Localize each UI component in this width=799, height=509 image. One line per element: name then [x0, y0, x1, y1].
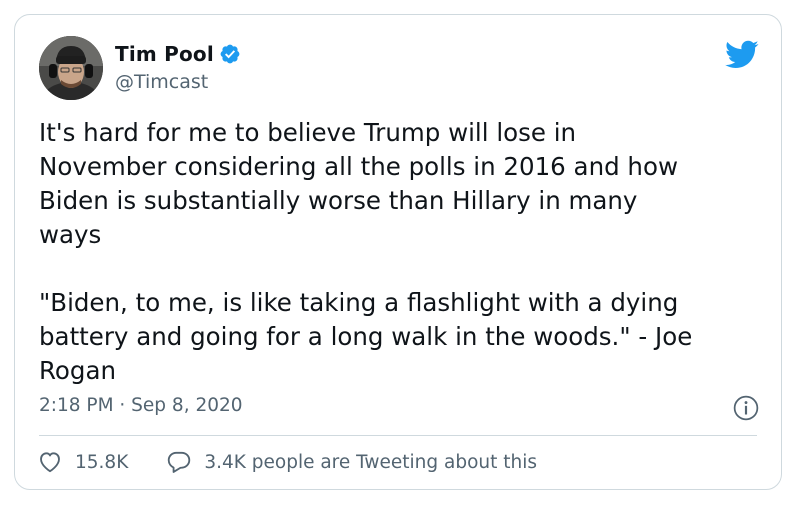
- like-button[interactable]: 15.8K: [37, 449, 128, 475]
- heart-icon: [40, 452, 60, 473]
- tweet-card[interactable]: Tim Pool @Timcast It's hard for me to be…: [14, 14, 782, 490]
- tweet-timestamp[interactable]: 2:18 PM · Sep 8, 2020: [39, 395, 243, 416]
- user-info[interactable]: Tim Pool @Timcast: [115, 41, 241, 93]
- verified-badge-icon: [220, 44, 240, 64]
- tweet-text: It's hard for me to believe Trump will l…: [39, 118, 693, 385]
- twitter-bird-icon[interactable]: [725, 37, 759, 71]
- like-count: 15.8K: [75, 451, 129, 473]
- divider: [39, 435, 757, 436]
- speech-bubble-icon: [168, 451, 191, 473]
- discussion-link[interactable]: 3.4K people are Tweeting about this: [166, 449, 537, 475]
- discussion-text: 3.4K people are Tweeting about this: [204, 451, 538, 473]
- tweet-actions: 15.8K 3.4K people are Tweeting about thi…: [37, 449, 537, 475]
- author-name[interactable]: Tim Pool: [115, 42, 214, 66]
- author-handle[interactable]: @Timcast: [115, 71, 241, 93]
- avatar[interactable]: [39, 36, 103, 100]
- info-icon[interactable]: [733, 395, 759, 421]
- avatar-image: [39, 36, 103, 100]
